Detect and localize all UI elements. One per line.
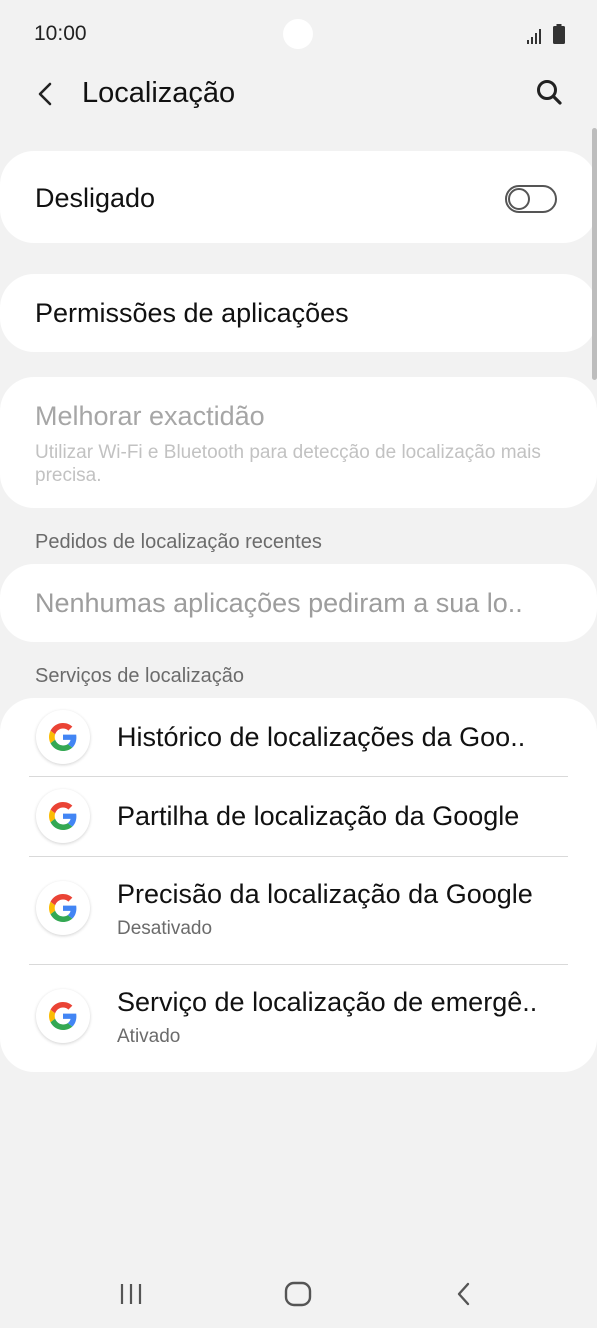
back-arrow-icon[interactable] — [30, 76, 62, 112]
improve-accuracy-subtitle: Utilizar Wi-Fi e Bluetooth para detecção… — [35, 442, 541, 486]
location-services-header: Serviços de localização — [35, 665, 244, 687]
recent-requests-header: Pedidos de localização recentes — [35, 531, 322, 553]
service-title: Histórico de localizações da Goo.. — [117, 722, 526, 752]
status-bar: 10:00 — [0, 0, 597, 70]
improve-accuracy-title: Melhorar exactidão — [35, 401, 265, 431]
service-status: Desativado — [117, 918, 213, 939]
service-title: Precisão da localização da Google — [117, 879, 533, 909]
location-toggle-switch[interactable] — [505, 185, 557, 213]
google-g-icon — [36, 789, 90, 843]
google-g-icon — [36, 989, 90, 1043]
improve-accuracy-item: Melhorar exactidão Utilizar Wi-Fi e Blue… — [0, 377, 597, 508]
service-title: Serviço de localização de emergê.. — [117, 987, 538, 1017]
location-services-card: Histórico de localizações da Goo.. Parti… — [0, 698, 597, 1072]
page-title: Localização — [82, 77, 236, 109]
search-icon[interactable] — [533, 76, 567, 110]
service-title: Partilha de localização da Google — [117, 801, 520, 831]
location-master-toggle[interactable]: Desligado — [0, 151, 597, 243]
status-time: 10:00 — [34, 22, 87, 45]
service-status: Ativado — [117, 1026, 181, 1047]
google-g-icon — [36, 710, 90, 764]
recents-icon[interactable] — [118, 1282, 144, 1306]
master-toggle-label: Desligado — [35, 183, 156, 213]
list-item[interactable]: Precisão da localização da Google Desati… — [0, 857, 597, 964]
camera-cutout — [283, 19, 313, 49]
recent-requests-card: Nenhumas aplicações pediram a sua lo.. — [0, 564, 597, 642]
recent-requests-empty-text: Nenhumas aplicações pediram a sua lo.. — [35, 588, 523, 618]
signal-icon — [527, 29, 541, 44]
app-bar: Localização — [0, 70, 597, 118]
home-icon[interactable] — [284, 1281, 312, 1307]
list-item[interactable]: Serviço de localização de emergê.. Ativa… — [0, 965, 597, 1072]
app-permissions-item[interactable]: Permissões de aplicações — [0, 274, 597, 352]
scrollbar[interactable] — [592, 128, 597, 380]
nav-back-icon[interactable] — [452, 1280, 476, 1308]
app-permissions-label: Permissões de aplicações — [35, 298, 349, 328]
google-g-icon — [36, 881, 90, 935]
status-icons — [527, 24, 565, 44]
toggle-knob — [508, 188, 530, 210]
battery-icon — [553, 24, 565, 44]
list-item[interactable]: Partilha de localização da Google — [0, 777, 597, 856]
navigation-bar — [0, 1258, 597, 1328]
list-item[interactable]: Histórico de localizações da Goo.. — [0, 698, 597, 777]
